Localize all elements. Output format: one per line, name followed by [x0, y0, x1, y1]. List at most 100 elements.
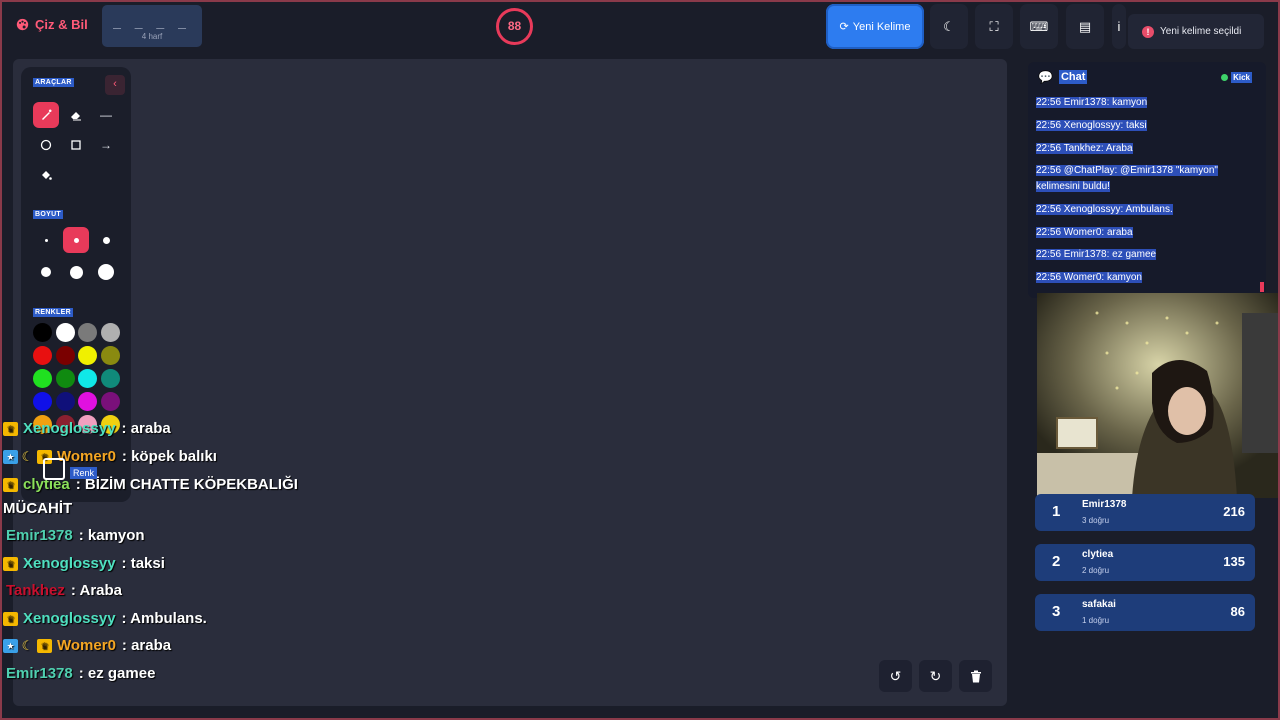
arrow-right-icon: → [100, 138, 112, 152]
overlay-chat-line: ★ ☾ ♛ Womer0: araba [3, 637, 171, 654]
theme-toggle-button[interactable]: ☾ [930, 4, 968, 49]
webcam-image [1037, 293, 1280, 498]
paint-bucket-icon [42, 171, 52, 180]
app-logo[interactable]: Çiz & Bil [16, 17, 88, 32]
color-swatch[interactable] [100, 369, 120, 388]
undo-button[interactable]: ↺ [879, 660, 912, 692]
app-title: Çiz & Bil [35, 17, 88, 32]
player-name: clytiea [1082, 549, 1114, 560]
size-option-1[interactable] [33, 227, 59, 253]
color-tooltip: Renk [70, 467, 98, 479]
overlay-message: : ez gamee [78, 665, 156, 682]
eraser-tool[interactable] [63, 102, 89, 128]
rectangle-tool[interactable] [63, 132, 89, 158]
size-option-5[interactable] [63, 259, 89, 285]
new-word-button[interactable]: ⟳ Yeni Kelime [826, 4, 924, 49]
line-icon: — [100, 108, 112, 122]
leaderboard-row: 3 safakai 1 doğru 86 [1035, 594, 1255, 631]
color-swatch[interactable] [100, 392, 120, 411]
circle-tool[interactable] [33, 132, 59, 158]
color-swatch[interactable] [33, 392, 52, 411]
crown-icon: ♛ [3, 421, 18, 436]
refresh-icon: ⟳ [839, 21, 849, 33]
player-score: 86 [1230, 604, 1245, 619]
chat-message: 22:56 Womer0: araba [1036, 227, 1133, 238]
star-badge-icon: ★ [3, 449, 18, 464]
fullscreen-button[interactable]: ⛶ [975, 4, 1013, 49]
new-word-label: Yeni Kelime [852, 20, 911, 33]
word-length: 4 harf [141, 32, 163, 41]
chat-bubble-icon: 💬 [1038, 70, 1053, 84]
moon-icon: ☾ [943, 18, 955, 34]
overlay-message: : kamyon [78, 527, 145, 544]
moon-icon: ☾ [21, 448, 34, 464]
size-section-title: BOYUT [33, 210, 63, 219]
brush-tool[interactable] [33, 102, 59, 128]
trash-icon [970, 670, 981, 682]
archive-button[interactable]: ▤ [1066, 4, 1104, 49]
chat-message: 22:56 Womer0: kamyon [1036, 272, 1142, 283]
color-swatch[interactable] [100, 346, 120, 365]
crown-icon: ♛ [3, 477, 18, 492]
round-timer: 88 [496, 8, 533, 45]
chat-message: 22:56 Xenoglossyy: taksi [1036, 120, 1147, 131]
moon-icon: ☾ [21, 637, 34, 653]
size-option-3[interactable] [93, 227, 119, 253]
color-swatch[interactable] [55, 369, 75, 388]
palette-icon [16, 18, 29, 31]
color-swatch[interactable] [55, 392, 75, 411]
drawing-canvas[interactable] [13, 59, 1007, 706]
color-swatch[interactable] [33, 323, 52, 342]
archive-icon: ▤ [1078, 18, 1092, 34]
arrow-tool[interactable]: → [93, 132, 119, 158]
overlay-message: : araba [121, 420, 171, 437]
color-swatch[interactable] [33, 346, 52, 365]
crown-icon: ♛ [37, 638, 52, 653]
color-swatch[interactable] [78, 346, 97, 365]
keyboard-button[interactable]: ⌨ [1020, 4, 1058, 49]
color-swatch[interactable] [55, 323, 75, 342]
overlay-chat-line: ♛ Xenoglossyy : araba [3, 420, 171, 437]
overlay-message: : araba [121, 637, 172, 654]
color-swatch[interactable] [78, 369, 97, 388]
chat-message: 22:56 Xenoglossyy: Ambulans. [1036, 204, 1173, 215]
chat-message: 22:56 @ChatPlay: @Emir1378 "kamyon" keli… [1036, 165, 1218, 192]
chat-message: 22:56 Tankhez: Araba [1036, 143, 1133, 154]
overlay-message: : Ambulans. [121, 610, 207, 627]
fill-tool[interactable] [33, 162, 59, 188]
color-swatch[interactable] [33, 369, 52, 388]
undo-icon: ↺ [889, 667, 902, 684]
chat-scrollbar[interactable] [1260, 282, 1264, 292]
overlay-chat-line: Emir1378 : ez gamee [3, 665, 155, 682]
player-score: 135 [1223, 554, 1245, 569]
correct-count: 2 doğru [1082, 566, 1110, 575]
word-hint-box: _ _ _ _ 4 harf [102, 5, 202, 47]
size-option-6[interactable] [93, 259, 119, 285]
redo-icon: ↻ [929, 667, 942, 684]
redo-button[interactable]: ↻ [919, 660, 952, 692]
webcam-feed [1037, 293, 1280, 498]
current-color-indicator[interactable] [43, 458, 65, 480]
overlay-username: Womer0 [57, 448, 116, 465]
overlay-username: Emir1378 [6, 665, 73, 682]
color-swatch[interactable] [78, 323, 97, 342]
collapse-panel-button[interactable]: ‹ [105, 75, 125, 95]
clear-canvas-button[interactable] [959, 660, 992, 692]
crown-icon: ♛ [3, 611, 18, 626]
overlay-message: : Araba [70, 582, 123, 599]
size-option-2[interactable] [63, 227, 89, 253]
colors-section-title: RENKLER [33, 308, 73, 317]
star-badge-icon: ★ [3, 638, 18, 653]
chat-header: 💬 Chat [1038, 70, 1088, 84]
overlay-chat-line: MÜCAHİT [3, 500, 72, 517]
color-swatch[interactable] [55, 346, 75, 365]
color-swatch[interactable] [100, 323, 120, 342]
player-name: safakai [1082, 599, 1116, 610]
player-name: Emir1378 [1082, 499, 1127, 510]
info-button[interactable]: i [1112, 4, 1126, 49]
tools-section-title: ARAÇLAR [33, 78, 74, 87]
line-tool[interactable]: — [93, 102, 119, 128]
overlay-username: Xenoglossyy [23, 420, 116, 437]
size-option-4[interactable] [33, 259, 59, 285]
color-swatch[interactable] [78, 392, 97, 411]
